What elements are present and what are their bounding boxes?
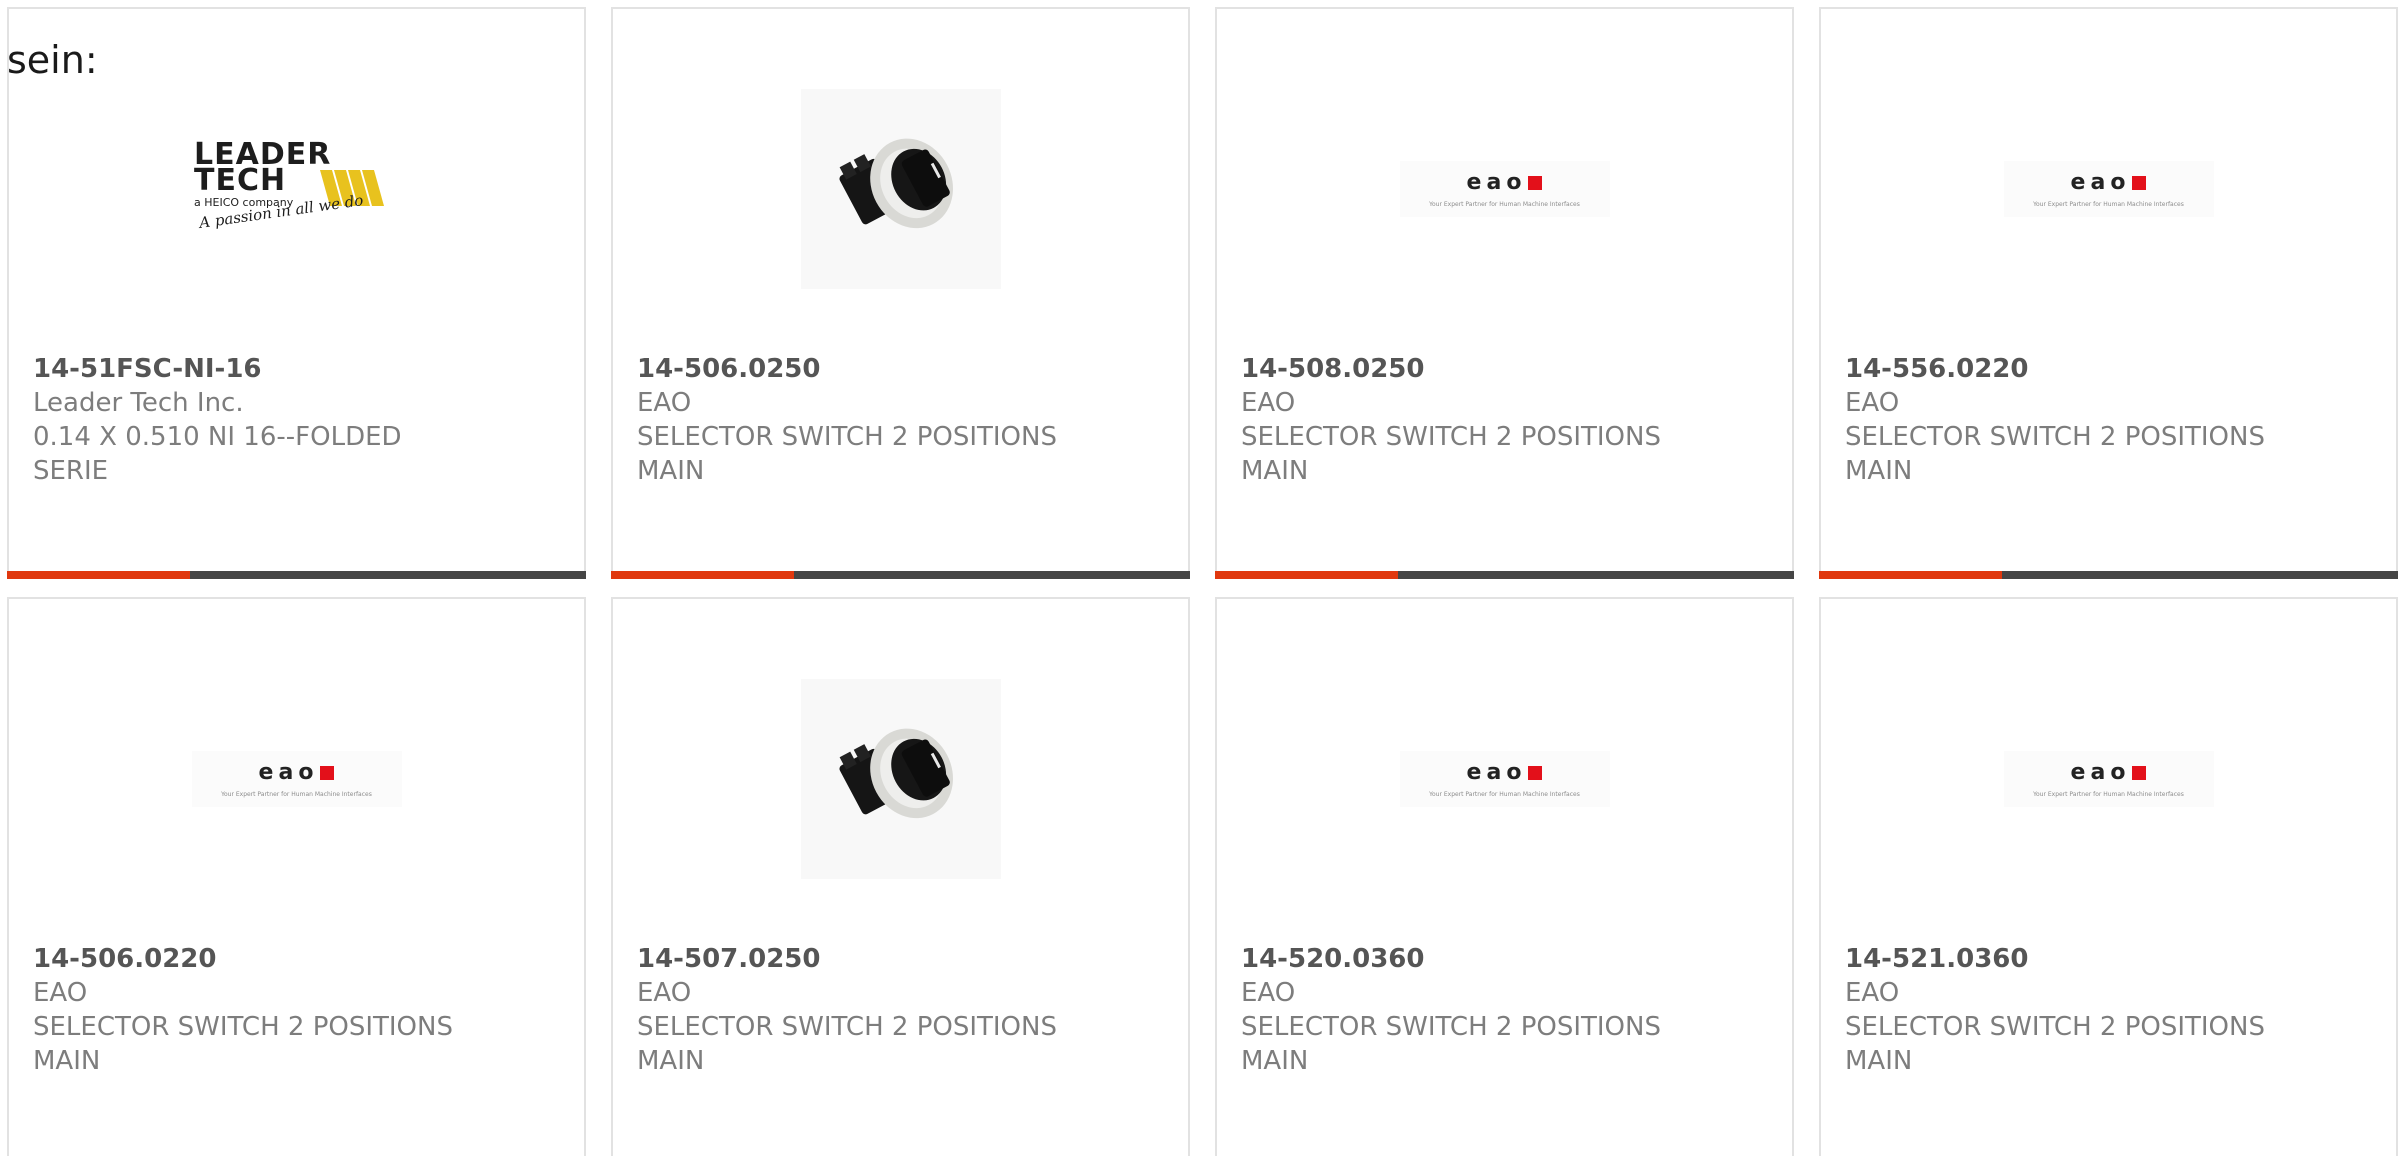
product-image xyxy=(613,669,1188,889)
product-image: eao Your Expert Partner for Human Machin… xyxy=(1821,669,2396,889)
eao-logo: eao Your Expert Partner for Human Machin… xyxy=(2003,161,2214,217)
product-card[interactable]: eao Your Expert Partner for Human Machin… xyxy=(1215,7,1794,579)
description: SELECTOR SWITCH 2 POSITIONS xyxy=(637,1012,1057,1042)
selector-switch-photo xyxy=(800,679,1001,879)
card-accent-bar xyxy=(1819,571,2398,579)
leader-tech-logo: LEADER TECH a HEICO company A passion in… xyxy=(194,137,384,232)
manufacturer: EAO xyxy=(1845,388,1900,418)
product-image: LEADER TECH a HEICO company A passion in… xyxy=(9,79,584,299)
description: SELECTOR SWITCH 2 POSITIONS xyxy=(1845,422,2265,452)
description-cont: MAIN xyxy=(33,1046,101,1076)
card-accent-bar xyxy=(1215,571,1794,579)
description-cont: MAIN xyxy=(1241,456,1309,486)
manufacturer: EAO xyxy=(1845,978,1900,1008)
manufacturer: EAO xyxy=(637,388,692,418)
description: SELECTOR SWITCH 2 POSITIONS xyxy=(1241,422,1661,452)
eao-logo: eao Your Expert Partner for Human Machin… xyxy=(1399,161,1610,217)
description-cont: MAIN xyxy=(1241,1046,1309,1076)
product-card[interactable]: eao Your Expert Partner for Human Machin… xyxy=(1819,7,2398,579)
product-card[interactable]: LEADER TECH a HEICO company A passion in… xyxy=(7,7,586,579)
product-info: 14-508.0250 EAO SELECTOR SWITCH 2 POSITI… xyxy=(1241,352,1772,488)
part-number[interactable]: 14-520.0360 xyxy=(1241,942,1772,976)
description-cont: SERIE xyxy=(33,456,109,486)
section-heading: sein: xyxy=(7,38,98,82)
manufacturer: Leader Tech Inc. xyxy=(33,388,244,418)
part-number[interactable]: 14-521.0360 xyxy=(1845,942,2376,976)
svg-text:TECH: TECH xyxy=(194,163,286,198)
product-image: eao Your Expert Partner for Human Machin… xyxy=(1217,79,1792,299)
description: SELECTOR SWITCH 2 POSITIONS xyxy=(33,1012,453,1042)
description: SELECTOR SWITCH 2 POSITIONS xyxy=(1845,1012,2265,1042)
eao-logo: eao Your Expert Partner for Human Machin… xyxy=(1399,751,1610,807)
description: 0.14 X 0.510 NI 16--FOLDED xyxy=(33,422,402,452)
product-image: eao Your Expert Partner for Human Machin… xyxy=(1217,669,1792,889)
description-cont: MAIN xyxy=(1845,456,1913,486)
product-info: 14-51FSC-NI-16 Leader Tech Inc. 0.14 X 0… xyxy=(33,352,564,488)
product-info: 14-506.0250 EAO SELECTOR SWITCH 2 POSITI… xyxy=(637,352,1168,488)
manufacturer: EAO xyxy=(637,978,692,1008)
eao-logo: eao Your Expert Partner for Human Machin… xyxy=(191,751,402,807)
part-number[interactable]: 14-556.0220 xyxy=(1845,352,2376,386)
product-card[interactable]: eao Your Expert Partner for Human Machin… xyxy=(1819,597,2398,1156)
part-number[interactable]: 14-507.0250 xyxy=(637,942,1168,976)
product-results-page: { "heading": "sein:", "products": [ {"pa… xyxy=(0,0,2400,1156)
product-card[interactable]: 14-506.0250 EAO SELECTOR SWITCH 2 POSITI… xyxy=(611,7,1190,579)
manufacturer: EAO xyxy=(1241,388,1296,418)
product-info: 14-506.0220 EAO SELECTOR SWITCH 2 POSITI… xyxy=(33,942,564,1078)
product-image: eao Your Expert Partner for Human Machin… xyxy=(9,669,584,889)
part-number[interactable]: 14-506.0220 xyxy=(33,942,564,976)
eao-logo: eao Your Expert Partner for Human Machin… xyxy=(2003,751,2214,807)
part-number[interactable]: 14-51FSC-NI-16 xyxy=(33,352,564,386)
product-info: 14-521.0360 EAO SELECTOR SWITCH 2 POSITI… xyxy=(1845,942,2376,1078)
product-info: 14-520.0360 EAO SELECTOR SWITCH 2 POSITI… xyxy=(1241,942,1772,1078)
description-cont: MAIN xyxy=(637,1046,705,1076)
manufacturer: EAO xyxy=(33,978,88,1008)
card-accent-bar xyxy=(7,571,586,579)
part-number[interactable]: 14-506.0250 xyxy=(637,352,1168,386)
manufacturer: EAO xyxy=(1241,978,1296,1008)
description: SELECTOR SWITCH 2 POSITIONS xyxy=(637,422,1057,452)
description-cont: MAIN xyxy=(1845,1046,1913,1076)
description: SELECTOR SWITCH 2 POSITIONS xyxy=(1241,1012,1661,1042)
selector-switch-photo xyxy=(800,89,1001,289)
product-card[interactable]: eao Your Expert Partner for Human Machin… xyxy=(1215,597,1794,1156)
part-number[interactable]: 14-508.0250 xyxy=(1241,352,1772,386)
product-grid: LEADER TECH a HEICO company A passion in… xyxy=(7,7,2398,1156)
card-accent-bar xyxy=(611,571,1190,579)
product-info: 14-507.0250 EAO SELECTOR SWITCH 2 POSITI… xyxy=(637,942,1168,1078)
product-card[interactable]: eao Your Expert Partner for Human Machin… xyxy=(7,597,586,1156)
description-cont: MAIN xyxy=(637,456,705,486)
product-info: 14-556.0220 EAO SELECTOR SWITCH 2 POSITI… xyxy=(1845,352,2376,488)
product-card[interactable]: 14-507.0250 EAO SELECTOR SWITCH 2 POSITI… xyxy=(611,597,1190,1156)
product-image: eao Your Expert Partner for Human Machin… xyxy=(1821,79,2396,299)
product-image xyxy=(613,79,1188,299)
